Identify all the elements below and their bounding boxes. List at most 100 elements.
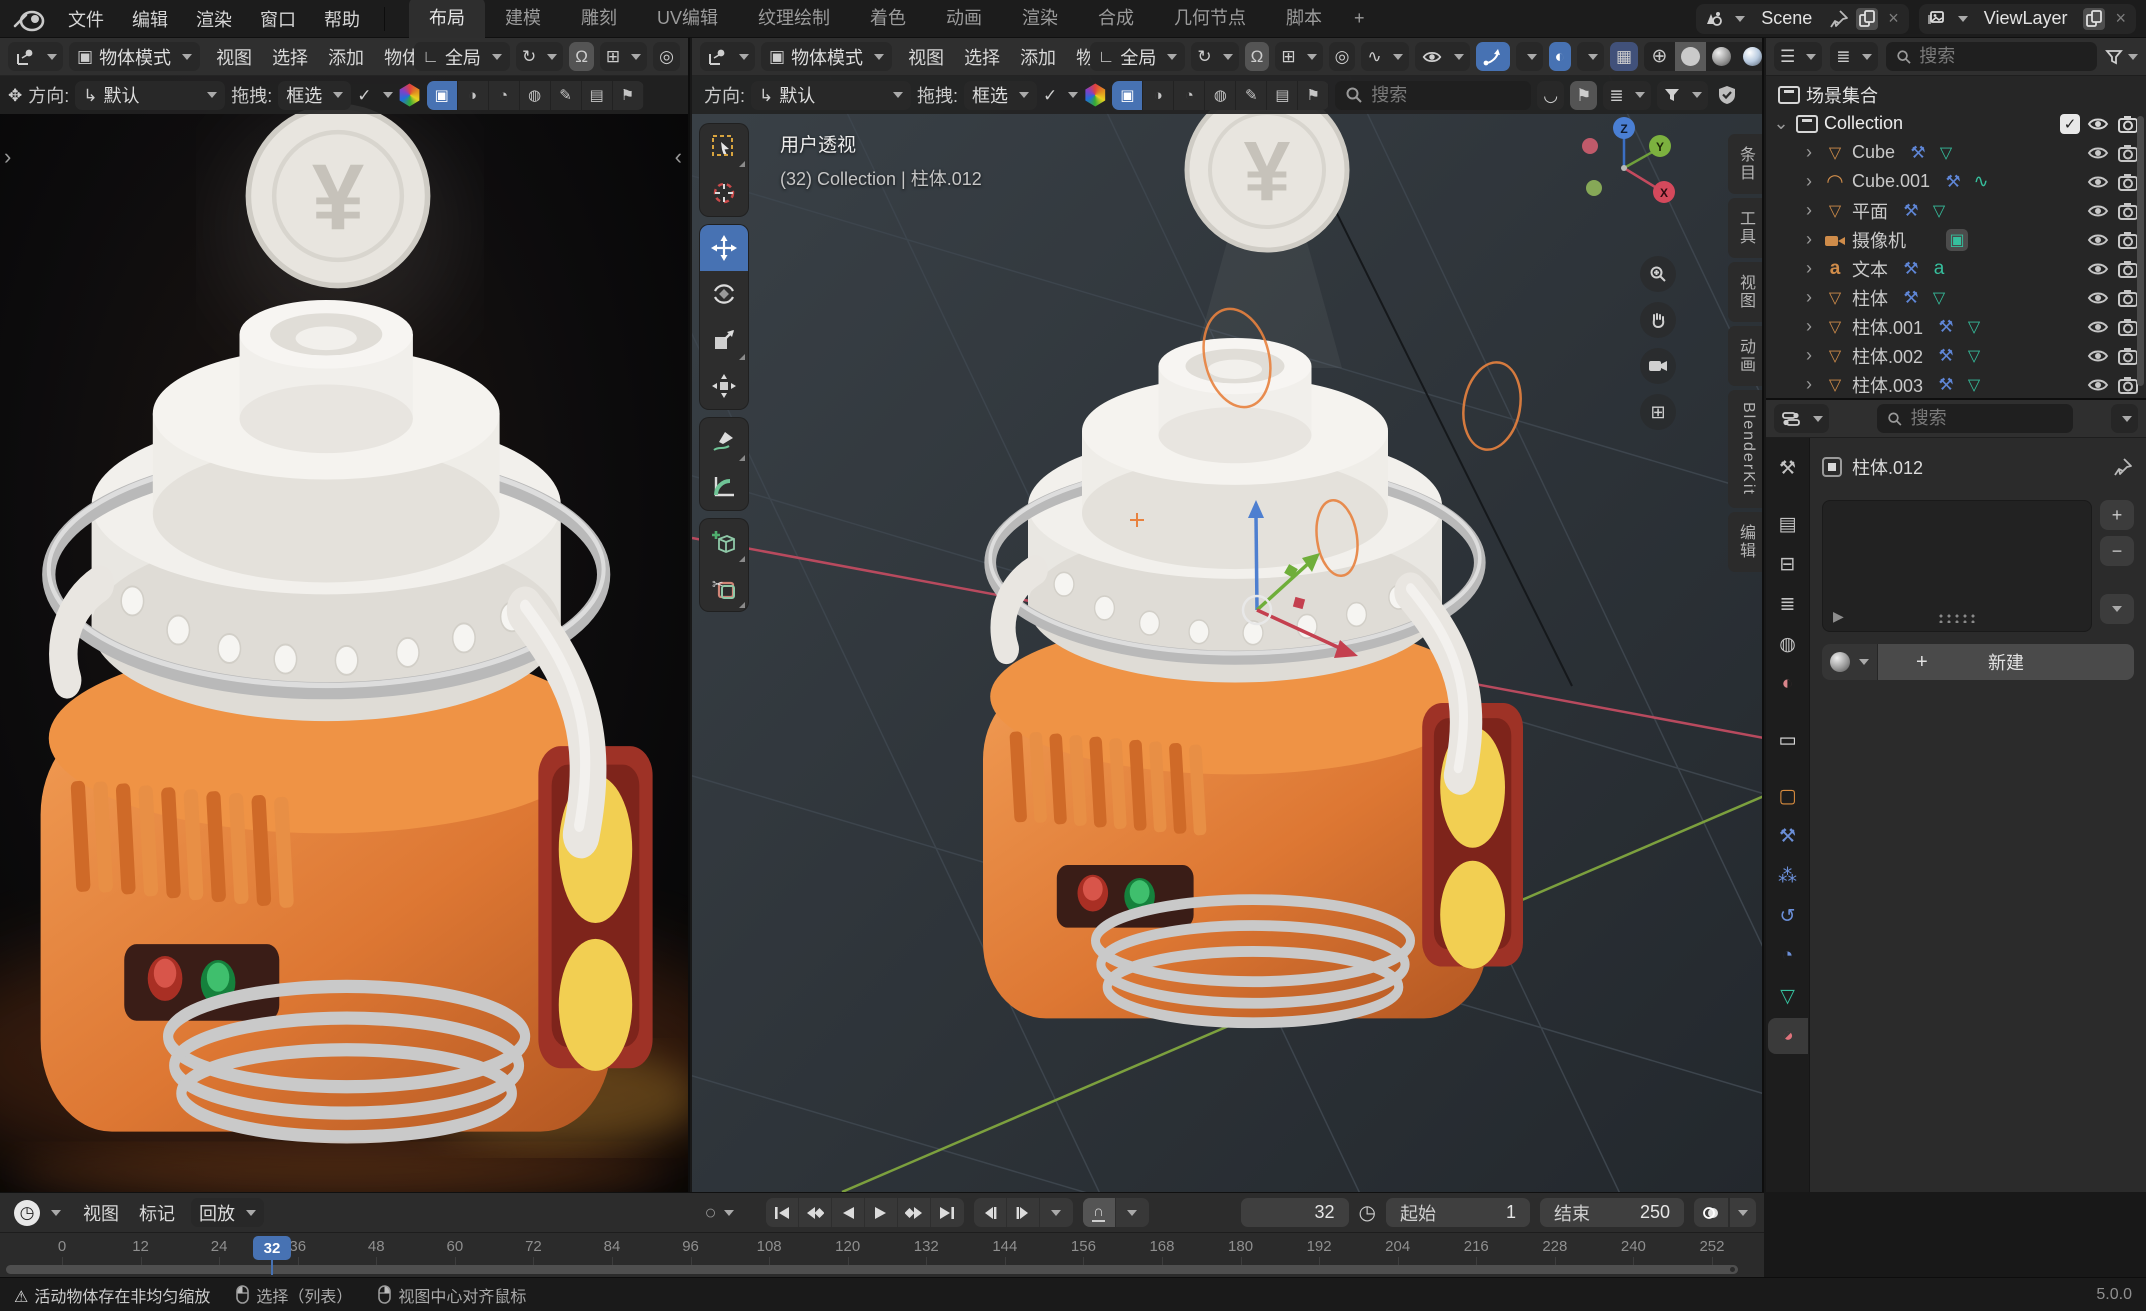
shield-check-icon[interactable]	[1716, 84, 1738, 106]
proportional-edit-toggle[interactable]: ◎	[653, 42, 680, 71]
add-cube-tool[interactable]	[700, 519, 748, 565]
hide-eye-icon[interactable]	[2086, 345, 2110, 367]
hide-eye-icon[interactable]	[2086, 229, 2110, 251]
outliner-item[interactable]: › 柱体.001 ⚒	[1766, 312, 2146, 341]
overlays-toggle[interactable]: ◐	[1549, 42, 1571, 71]
hide-eye-icon[interactable]	[2086, 374, 2110, 396]
autokey-options-dropdown[interactable]	[1116, 1198, 1149, 1227]
mode-dropdown[interactable]: ▣ 物体模式	[69, 42, 200, 71]
drag-mode-dropdown[interactable]: 框选	[964, 81, 1037, 110]
knife-addon-tool[interactable]: ✂	[700, 565, 748, 611]
expand-arrow-icon[interactable]: ›	[1800, 258, 1818, 279]
object-name[interactable]: 柱体.003	[1852, 372, 1929, 398]
properties-tab[interactable]	[1768, 450, 1808, 486]
edit-mode-button[interactable]: ▤	[582, 81, 613, 110]
properties-tab[interactable]	[1768, 898, 1808, 934]
navigation-gizmo[interactable]: Z Y X	[1564, 106, 1684, 226]
slot-specials-button[interactable]	[2100, 594, 2134, 624]
object-mode-button[interactable]: ▣	[427, 81, 458, 110]
gizmos-dropdown[interactable]	[1516, 42, 1543, 71]
viewport-left[interactable]: ▣ 物体模式 视图选择添加物体 ∟ 全局 ↻ Ω	[0, 38, 690, 1192]
hide-eye-icon[interactable]	[2086, 316, 2110, 338]
properties-tab[interactable]	[1768, 858, 1808, 894]
scale-tool[interactable]	[700, 317, 748, 363]
start-frame-field[interactable]: 起始 1	[1386, 1198, 1530, 1227]
remove-slot-button[interactable]: −	[2100, 536, 2134, 566]
annotate-tool[interactable]	[700, 418, 748, 464]
workspace-tab[interactable]: 布局	[409, 0, 485, 38]
properties-search-input[interactable]	[1911, 408, 2063, 429]
collapse-arrow-icon[interactable]: ⌄	[1772, 113, 1790, 134]
playback-menu[interactable]: 回放	[191, 1198, 264, 1227]
properties-tab[interactable]	[1768, 978, 1808, 1014]
properties-tab[interactable]	[1768, 506, 1808, 542]
expand-arrow-icon[interactable]: ▶	[1833, 608, 1844, 625]
collection-checkbox[interactable]: ✓	[2060, 114, 2080, 134]
outliner-item[interactable]: › Cube ⚒	[1766, 138, 2146, 167]
outliner-item[interactable]: › 文本 ⚒	[1766, 254, 2146, 283]
properties-tab[interactable]	[1768, 666, 1808, 702]
select-box-tool[interactable]	[700, 124, 748, 170]
timeline-menu-item[interactable]: 视图	[73, 1197, 129, 1229]
scene-collection-name[interactable]: 场景集合	[1806, 82, 1884, 108]
keying-circle-icon[interactable]: ○	[704, 1203, 716, 1223]
hide-eye-icon[interactable]	[2086, 258, 2110, 280]
outliner-item[interactable]: › 柱体.003 ⚒	[1766, 370, 2146, 398]
rendered-scene[interactable]	[0, 38, 690, 1192]
hide-eye-icon[interactable]	[2086, 171, 2110, 193]
unlink-scene-icon[interactable]: ×	[1884, 8, 1903, 29]
menu-item[interactable]: 文件	[54, 2, 118, 36]
weight-paint-mode-button[interactable]: ◍	[520, 81, 551, 110]
camera-view-button[interactable]	[1640, 348, 1676, 384]
hide-eye-icon[interactable]	[2086, 113, 2110, 135]
texture-paint-mode-button[interactable]: ✎	[551, 81, 582, 110]
solid-shading-button[interactable]	[1675, 42, 1706, 71]
viewport-menu-item[interactable]: 选择	[262, 41, 318, 73]
toolbar-expand-icon[interactable]: ›	[4, 144, 11, 170]
zoom-button[interactable]	[1640, 256, 1676, 292]
xray-toggle[interactable]: ▦	[1610, 42, 1638, 71]
expand-arrow-icon[interactable]: ›	[1800, 374, 1818, 395]
object-mode-button[interactable]: ▣	[1112, 81, 1143, 110]
ortho-toggle-button[interactable]: ⊞	[1640, 394, 1676, 430]
expand-arrow-icon[interactable]: ›	[1800, 200, 1818, 221]
object-name[interactable]: 柱体.002	[1852, 343, 1929, 369]
blenderkit-search[interactable]	[1335, 81, 1531, 110]
rotate-tool[interactable]	[700, 271, 748, 317]
overlays-dropdown[interactable]	[1577, 42, 1604, 71]
outliner-filter-dropdown[interactable]	[2105, 48, 2138, 66]
timeline-editor-dropdown[interactable]: ◷	[8, 1198, 67, 1227]
object-name[interactable]: 柱体.001	[1852, 314, 1929, 340]
timeline-ruler[interactable]: 0122436486072849610812013214415616818019…	[0, 1233, 1764, 1277]
properties-editor-dropdown[interactable]	[1774, 404, 1829, 433]
object-name[interactable]: Cube	[1852, 142, 1901, 163]
sidebar-collapse-icon[interactable]: ‹	[675, 144, 682, 170]
play-button[interactable]	[865, 1198, 898, 1227]
check-icon[interactable]: ✓	[357, 87, 371, 104]
workspace-tab[interactable]: 建模	[485, 0, 561, 38]
pivot-point-dropdown[interactable]: ↻	[516, 42, 563, 71]
scene-collection-row[interactable]: 场景集合	[1766, 80, 2146, 109]
menu-item[interactable]: 窗口	[246, 2, 310, 36]
new-viewlayer-copy-icon[interactable]	[2083, 8, 2105, 30]
properties-search[interactable]	[1877, 404, 2073, 433]
expand-arrow-icon[interactable]: ›	[1800, 316, 1818, 337]
viewport-menu-item[interactable]: 视图	[898, 41, 954, 73]
browse-material-dropdown[interactable]	[1822, 644, 1878, 680]
pose-mode-button[interactable]: ⚑	[1298, 81, 1329, 110]
vertex-paint-mode-button[interactable]: ◔	[1174, 81, 1205, 110]
collection-name[interactable]: Collection	[1824, 113, 1909, 134]
properties-collapse-menu[interactable]	[2111, 404, 2138, 433]
menu-item[interactable]: 编辑	[118, 2, 182, 36]
collection-row[interactable]: ⌄ Collection ✓	[1766, 109, 2146, 138]
gizmos-toggle[interactable]	[1476, 42, 1510, 71]
drag-mode-dropdown[interactable]: 框选	[278, 81, 351, 110]
properties-tab[interactable]	[1768, 586, 1808, 622]
viewport-menu-item[interactable]: 添加	[1010, 41, 1066, 73]
pin-id-button[interactable]	[2112, 456, 2134, 478]
sidebar-tab[interactable]: 条目	[1728, 134, 1762, 194]
outliner-item[interactable]: › Cube.001 ⚒	[1766, 167, 2146, 196]
viewport-menu-item[interactable]: 视图	[206, 41, 262, 73]
frame-forward-button[interactable]	[1007, 1198, 1040, 1227]
frame-back-button[interactable]	[974, 1198, 1007, 1227]
